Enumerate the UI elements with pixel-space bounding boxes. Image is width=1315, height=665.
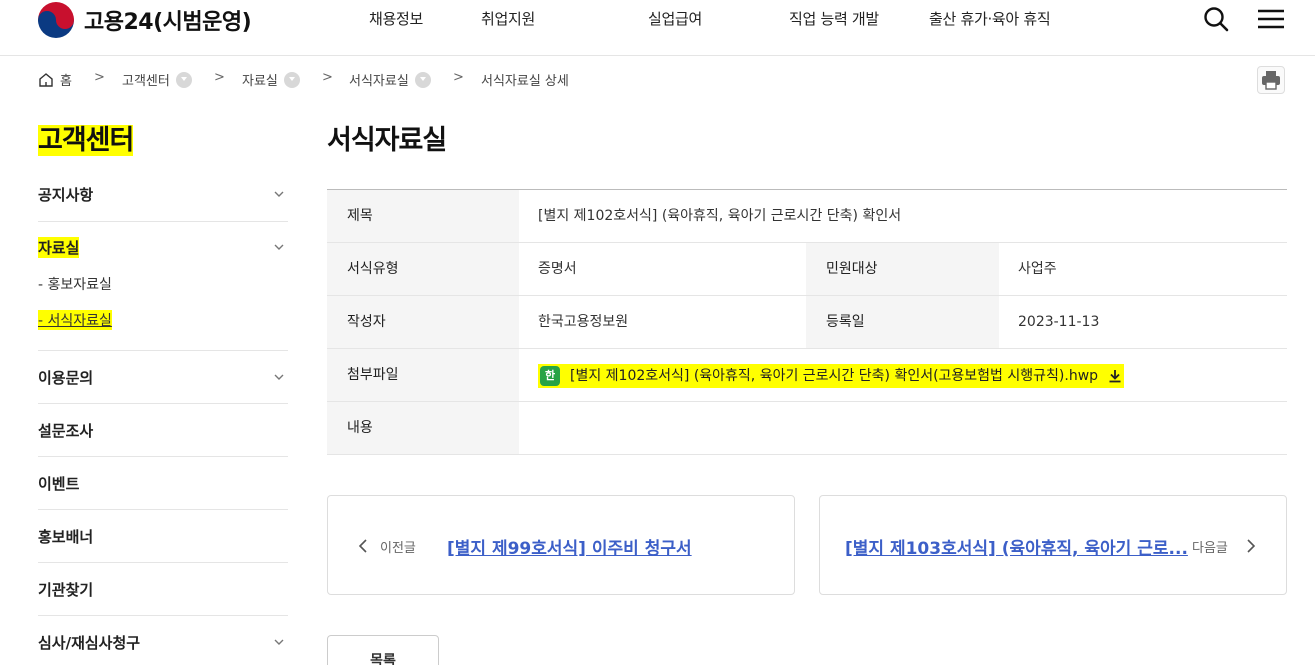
- hwp-file-icon: 한: [540, 366, 560, 386]
- next-label: 다음글: [1192, 541, 1228, 556]
- breadcrumb-dropdown-icon[interactable]: [283, 71, 300, 88]
- government-logo[interactable]: [38, 2, 74, 38]
- chevron-left-icon: [358, 539, 367, 553]
- table-row-content: 내용: [327, 402, 1287, 455]
- chevron-right-icon: [1247, 539, 1256, 553]
- sidebar-item-banner[interactable]: 홍보배너: [38, 526, 288, 546]
- prev-post-box[interactable]: 이전글 [별지 제99호서식] 이주비 청구서: [327, 495, 795, 595]
- label-target: 민원대상: [806, 243, 999, 295]
- list-button[interactable]: 목록: [327, 635, 439, 665]
- label-author: 작성자: [327, 296, 519, 348]
- menu-icon[interactable]: [1256, 4, 1286, 34]
- breadcrumb-home[interactable]: 홈: [38, 70, 72, 89]
- sidebar-item-label: 기관찾기: [38, 581, 94, 599]
- breadcrumb-separator: >: [94, 70, 105, 85]
- chevron-down-icon: [274, 374, 284, 380]
- sidebar-item-appeal[interactable]: 심사/재심사청구: [38, 632, 288, 652]
- print-button[interactable]: [1257, 66, 1285, 94]
- sidebar-item-label: 이벤트: [38, 475, 80, 493]
- search-icon[interactable]: [1201, 4, 1231, 34]
- breadcrumb-label: 고객센터: [122, 74, 170, 89]
- breadcrumb-separator: >: [214, 70, 225, 85]
- breadcrumb-label: 서식자료실: [349, 74, 409, 89]
- printer-icon: [1262, 71, 1280, 90]
- value-attachment: 한 [별지 제102호서식] (육아휴직, 육아기 근로시간 단축) 확인서(고…: [538, 349, 1125, 401]
- nav-item-job-skills[interactable]: 직업 능력 개발: [789, 8, 879, 29]
- breadcrumb-home-label: 홈: [60, 74, 72, 89]
- attachment-download-link[interactable]: 한 [별지 제102호서식] (육아휴직, 육아기 근로시간 단축) 확인서(고…: [538, 364, 1125, 388]
- table-row-author: 작성자 한국고용정보원 등록일 2023-11-13: [327, 296, 1287, 349]
- sidebar-item-event[interactable]: 이벤트: [38, 473, 288, 493]
- download-icon[interactable]: [1108, 369, 1122, 383]
- breadcrumb-separator: >: [453, 70, 464, 85]
- label-content: 내용: [327, 402, 519, 454]
- sidebar-title: 고객센터: [38, 118, 134, 157]
- value-form-type: 증명서: [538, 261, 577, 277]
- attachment-filename: [별지 제102호서식] (육아휴직, 육아기 근로시간 단축) 확인서(고용보…: [570, 368, 1099, 384]
- value-author: 한국고용정보원: [538, 314, 629, 330]
- sidebar-item-notice[interactable]: 공지사항: [38, 184, 288, 204]
- site-title[interactable]: 고용24(시범운영): [84, 4, 252, 36]
- sidebar-item-label: 홍보배너: [38, 528, 94, 546]
- table-row-subject: 제목 [별지 제102호서식] (육아휴직, 육아기 근로시간 단축) 확인서: [327, 190, 1287, 243]
- detail-table: 제목 [별지 제102호서식] (육아휴직, 육아기 근로시간 단축) 확인서 …: [327, 189, 1287, 455]
- breadcrumb-item-current: 서식자료실 상세: [481, 70, 569, 89]
- table-row-type: 서식유형 증명서 민원대상 사업주: [327, 243, 1287, 296]
- breadcrumb-dropdown-icon[interactable]: [175, 71, 192, 88]
- nav-item-jobs[interactable]: 채용정보: [369, 8, 423, 29]
- prev-post-link[interactable]: [별지 제99호서식] 이주비 청구서: [447, 534, 692, 559]
- label-subject: 제목: [327, 190, 519, 242]
- breadcrumb-separator: >: [322, 70, 333, 85]
- breadcrumb-item-customer-center[interactable]: 고객센터: [122, 70, 192, 89]
- sidebar-item-label: 설문조사: [38, 422, 94, 440]
- sidebar-item-find-agency[interactable]: 기관찾기: [38, 579, 288, 599]
- sidebar-item-inquiry[interactable]: 이용문의: [38, 367, 288, 387]
- home-icon: [39, 72, 53, 87]
- top-header: 고용24(시범운영) 채용정보 취업지원 실업급여 직업 능력 개발 출산 휴가…: [0, 0, 1315, 56]
- nav-item-employment-support[interactable]: 취업지원: [481, 8, 535, 29]
- label-reg-date: 등록일: [806, 296, 999, 348]
- breadcrumb-item-forms[interactable]: 서식자료실: [349, 70, 431, 89]
- chevron-down-icon: [274, 244, 284, 250]
- sidebar-item-label: 이용문의: [38, 369, 94, 387]
- label-form-type: 서식유형: [327, 243, 519, 295]
- prev-label: 이전글: [380, 541, 416, 556]
- sidebar-item-survey[interactable]: 설문조사: [38, 420, 288, 440]
- value-subject: [별지 제102호서식] (육아휴직, 육아기 근로시간 단축) 확인서: [538, 208, 902, 224]
- sidebar-item-label: 공지사항: [38, 186, 94, 204]
- chevron-down-icon: [274, 639, 284, 645]
- next-post-box[interactable]: [별지 제103호서식] (육아휴직, 육아기 근로... 다음글: [819, 495, 1287, 595]
- value-reg-date: 2023-11-13: [1018, 314, 1100, 330]
- sidebar-item-label: 심사/재심사청구: [38, 634, 141, 652]
- sidebar-item-label: 자료실: [38, 237, 80, 258]
- next-post-link[interactable]: [별지 제103호서식] (육아휴직, 육아기 근로...: [845, 534, 1188, 559]
- breadcrumb-label: 서식자료실 상세: [481, 74, 569, 89]
- chevron-down-icon: [274, 191, 284, 197]
- breadcrumb-label: 자료실: [242, 74, 278, 89]
- sidebar-item-resources[interactable]: 자료실: [38, 237, 288, 258]
- nav-item-unemployment-benefit[interactable]: 실업급여: [648, 8, 702, 29]
- breadcrumb-item-resources[interactable]: 자료실: [242, 70, 300, 89]
- label-attachment: 첨부파일: [327, 349, 519, 401]
- nav-item-maternity-leave[interactable]: 출산 휴가·육아 휴직: [929, 8, 1051, 29]
- sidebar-subitem-promo-resources[interactable]: - 홍보자료실: [38, 274, 112, 294]
- breadcrumb-dropdown-icon[interactable]: [414, 71, 431, 88]
- value-target: 사업주: [1018, 261, 1057, 277]
- table-row-attachment: 첨부파일 한 [별지 제102호서식] (육아휴직, 육아기 근로시간 단축) …: [327, 349, 1287, 402]
- page-title: 서식자료실: [327, 125, 447, 156]
- sidebar-title-text: 고객센터: [38, 125, 134, 156]
- sidebar-subitem-form-resources[interactable]: - 서식자료실: [38, 310, 112, 330]
